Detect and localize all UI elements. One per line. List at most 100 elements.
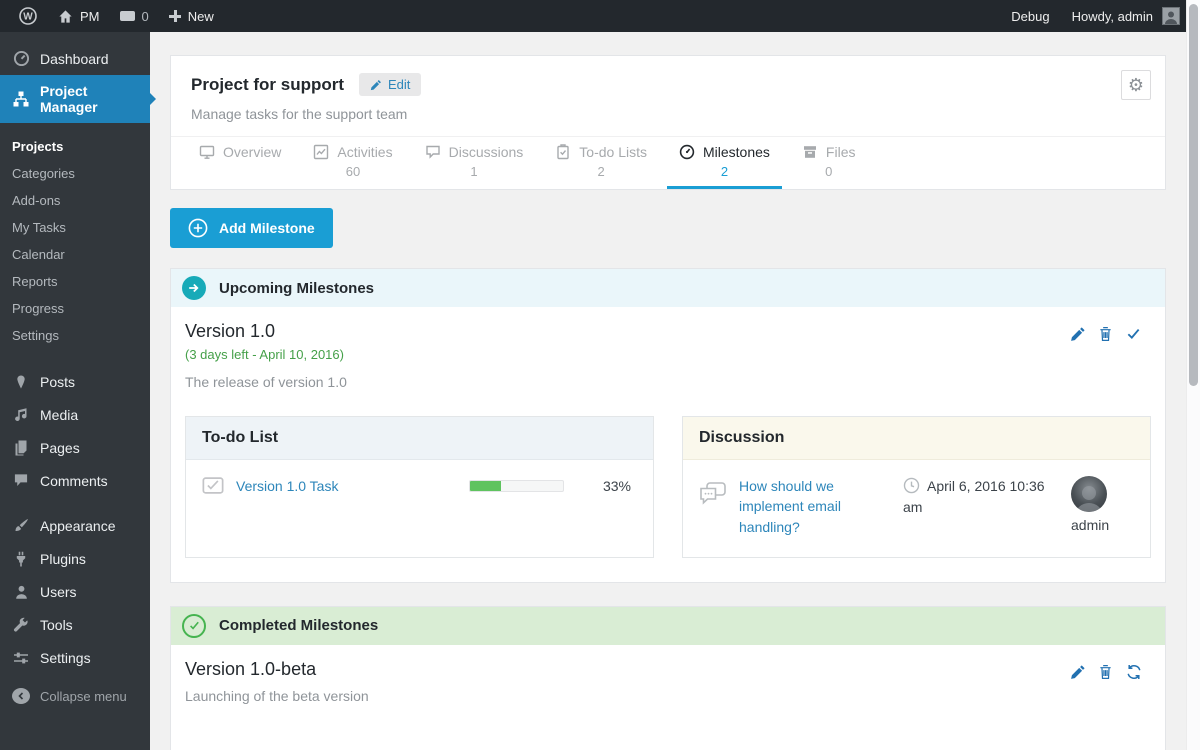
plug-icon (12, 550, 30, 567)
delete-milestone-icon[interactable] (1098, 664, 1115, 681)
collapse-menu-button[interactable]: Collapse menu (0, 680, 150, 712)
edit-milestone-icon[interactable] (1070, 664, 1087, 681)
milestone-actions (1070, 659, 1151, 704)
sidebar-item-settings[interactable]: Settings (0, 641, 150, 674)
gear-icon: ⚙ (1127, 75, 1145, 95)
tab-label: Milestones (703, 144, 770, 160)
add-milestone-label: Add Milestone (219, 220, 315, 236)
milestone-title: Version 1.0-beta (185, 658, 317, 679)
plus-icon (168, 10, 181, 22)
submenu-item-my-tasks[interactable]: My Tasks (0, 214, 150, 241)
activity-chart-icon (313, 144, 329, 160)
reopen-milestone-icon[interactable] (1126, 664, 1143, 681)
project-settings-button[interactable]: ⚙ (1121, 70, 1151, 100)
tab-count: 1 (470, 164, 478, 179)
sidebar-label: Dashboard (40, 50, 109, 67)
upcoming-section-header: Upcoming Milestones (171, 269, 1165, 307)
site-name-button[interactable]: PM (48, 0, 110, 32)
sidebar-item-plugins[interactable]: Plugins (0, 542, 150, 575)
admin-avatar (1162, 7, 1180, 25)
content-area: Project for support Edit ⚙ Manage tasks … (150, 32, 1200, 750)
site-name-label: PM (80, 8, 100, 24)
submenu-item-settings[interactable]: Settings (0, 322, 150, 349)
sidebar-label: Comments (40, 472, 108, 489)
edit-label: Edit (388, 77, 411, 92)
project-description: Manage tasks for the support team (191, 106, 408, 122)
tab-discussions[interactable]: Discussions 1 (413, 137, 536, 189)
tab-label: Overview (223, 144, 282, 160)
milestone-due-date: (3 days left - April 10, 2016) (185, 347, 344, 362)
clock-icon (903, 477, 920, 494)
wordpress-menu-button[interactable]: W (8, 0, 48, 32)
sliders-icon (12, 649, 30, 666)
tab-files[interactable]: Files 0 (790, 137, 868, 189)
sidebar-label: Appearance (40, 517, 116, 534)
admin-bar-right: Debug Howdy, admin (1011, 7, 1180, 25)
debug-menu-item[interactable]: Debug (1011, 9, 1049, 24)
tab-todo-lists[interactable]: To-do Lists 2 (543, 137, 659, 189)
wordpress-admin-screen: W PM 0 New Debug Howdy, admin Dashboard … (0, 0, 1200, 750)
todo-progress-fill (469, 480, 501, 491)
submenu-item-addons[interactable]: Add-ons (0, 187, 150, 214)
project-header-card: Project for support Edit ⚙ Manage tasks … (170, 55, 1166, 190)
sidebar-item-pages[interactable]: Pages (0, 431, 150, 464)
submenu-item-calendar[interactable]: Calendar (0, 241, 150, 268)
account-menu-button[interactable]: Howdy, admin (1072, 7, 1180, 25)
chat-bubbles-icon (699, 481, 727, 505)
archive-box-icon (802, 144, 818, 160)
milestone-description: Launching of the beta version (185, 687, 369, 704)
discussion-thread-link[interactable]: How should we implement email handling? (739, 476, 867, 537)
submenu-item-projects[interactable]: Projects (0, 133, 150, 160)
delete-milestone-icon[interactable] (1098, 326, 1115, 343)
sidebar-label: Collapse menu (40, 688, 127, 704)
sidebar-item-tools[interactable]: Tools (0, 608, 150, 641)
comments-button[interactable]: 0 (110, 0, 159, 32)
discussion-thread-row: How should we implement email handling? … (683, 460, 1150, 557)
wordpress-logo-icon: W (18, 6, 38, 26)
discussion-panel-title: Discussion (683, 417, 1150, 460)
tab-milestones[interactable]: Milestones 2 (667, 137, 782, 189)
submenu-item-categories[interactable]: Categories (0, 160, 150, 187)
upcoming-milestones-section: Upcoming Milestones Version 1.0 (3 days … (170, 268, 1166, 583)
project-tabs: Overview Activities 60 Discussions 1 To-… (171, 136, 1165, 189)
sidebar-item-comments[interactable]: Comments (0, 464, 150, 497)
submenu-item-progress[interactable]: Progress (0, 295, 150, 322)
tab-activities[interactable]: Activities 60 (301, 137, 404, 189)
upcoming-milestone-item: Version 1.0 (3 days left - April 10, 201… (171, 307, 1165, 582)
todo-list-panel: To-do List Version 1.0 Task 33% (185, 416, 654, 558)
edit-project-button[interactable]: Edit (359, 73, 422, 96)
check-circle-icon (182, 613, 206, 638)
media-icon (12, 406, 30, 423)
tab-label: Discussions (448, 144, 524, 160)
collapse-arrow-icon (12, 688, 30, 704)
complete-milestone-icon[interactable] (1126, 326, 1143, 343)
section-title: Upcoming Milestones (219, 279, 375, 297)
submenu-item-reports[interactable]: Reports (0, 268, 150, 295)
tab-count: 2 (720, 164, 729, 179)
add-milestone-button[interactable]: Add Milestone (170, 208, 333, 248)
home-icon (58, 9, 73, 24)
sidebar-item-appearance[interactable]: Appearance (0, 509, 150, 542)
admin-bar-left: W PM 0 New (8, 0, 224, 32)
edit-milestone-icon[interactable] (1070, 326, 1087, 343)
pencil-icon (370, 79, 382, 91)
sidebar-item-project-manager[interactable]: Project Manager (0, 75, 150, 123)
scrollbar-thumb[interactable] (1189, 4, 1198, 386)
new-content-button[interactable]: New (159, 0, 224, 32)
admin-bar: W PM 0 New Debug Howdy, admin (0, 0, 1200, 32)
tab-overview[interactable]: Overview (187, 137, 293, 189)
page-scrollbar[interactable] (1186, 0, 1200, 750)
checkbox-icon (202, 477, 224, 494)
dashboard-gauge-icon (12, 50, 30, 67)
task-progress-percent: 33% (602, 477, 631, 494)
sidebar-item-users[interactable]: Users (0, 575, 150, 608)
sidebar-item-media[interactable]: Media (0, 398, 150, 431)
sidebar-label: Users (40, 583, 77, 600)
sidebar-item-dashboard[interactable]: Dashboard (0, 42, 150, 75)
task-link[interactable]: Version 1.0 Task (236, 478, 457, 494)
speech-bubble-icon (12, 472, 30, 489)
sidebar-item-posts[interactable]: Posts (0, 365, 150, 398)
sidebar-label: Pages (40, 439, 80, 456)
discussion-panel: Discussion How should we implement email… (682, 416, 1151, 558)
milestone-gauge-icon (679, 144, 695, 160)
